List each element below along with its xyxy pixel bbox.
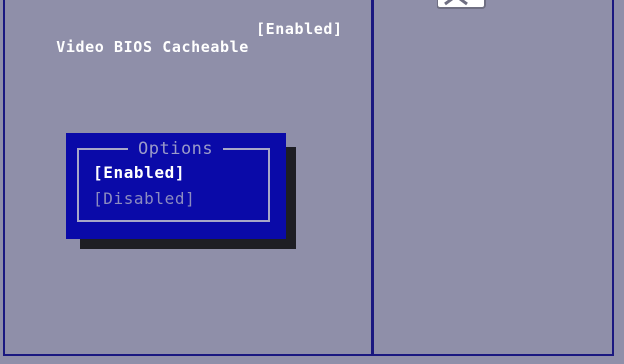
popup-title: Options [128, 138, 224, 160]
logo-icon [437, 0, 486, 9]
setting-row-video-bios-cacheable[interactable]: Video BIOS Cacheable [Enabled] [37, 20, 342, 74]
setting-value[interactable]: [Enabled] [256, 20, 343, 38]
help-panel [371, 0, 614, 356]
setting-name: Video BIOS Cacheable [56, 38, 249, 56]
option-enabled[interactable]: [Enabled] [93, 163, 185, 183]
options-popup: Options [Enabled] [Disabled] [66, 133, 286, 239]
option-disabled[interactable]: [Disabled] [93, 189, 195, 209]
